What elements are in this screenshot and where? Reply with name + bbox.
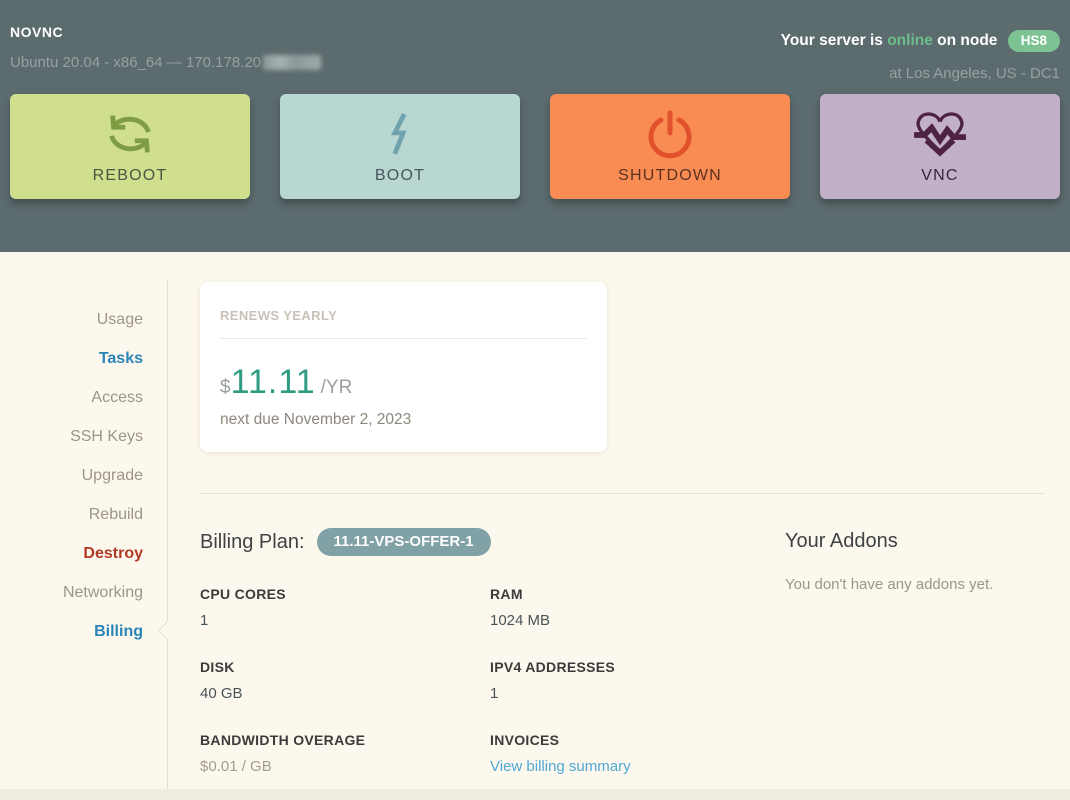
status-infix: on node (932, 32, 998, 50)
spec-bandwidth-overage: BANDWIDTH OVERAGE $0.01 / GB (200, 732, 490, 776)
card-divider (220, 338, 587, 339)
spec-value: $0.01 / GB (200, 758, 272, 775)
plan-spec-grid: CPU CORES 1 RAM 1024 MB DISK 40 GB IPV4 … (200, 586, 785, 776)
sidebar-item-networking[interactable]: Networking (0, 573, 168, 612)
shutdown-button[interactable]: SHUTDOWN (550, 94, 790, 199)
spec-invoices: INVOICES View billing summary (490, 732, 785, 776)
addons-section: Your Addons You don't have any addons ye… (785, 528, 1045, 776)
sidebar-item-usage[interactable]: Usage (0, 300, 168, 339)
power-icon (646, 108, 694, 160)
spec-label: BANDWIDTH OVERAGE (200, 732, 366, 748)
spec-label: DISK (200, 659, 235, 675)
price-amount: 11.11 (230, 363, 316, 401)
boot-label: BOOT (374, 167, 426, 184)
billing-plan-section: Billing Plan: 11.11-VPS-OFFER-1 CPU CORE… (200, 528, 785, 776)
ip-redacted-blur (263, 55, 322, 70)
bolt-icon (387, 108, 413, 160)
sidebar-nav: Usage Tasks Access SSH Keys Upgrade Rebu… (0, 252, 180, 800)
sidebar-item-ssh-keys[interactable]: SSH Keys (0, 417, 168, 456)
spec-value: 1 (490, 685, 499, 702)
renewal-card-title: RENEWS YEARLY (220, 308, 338, 323)
reboot-icon (101, 108, 159, 160)
status-online-text: online (887, 32, 933, 50)
price-currency: $ (220, 377, 231, 398)
power-actions-toolbar: REBOOT BOOT SHUTDOWN VNC (10, 94, 1060, 199)
addons-heading: Your Addons (785, 530, 898, 552)
billing-content: RENEWS YEARLY $ 11.11 /YR next due Novem… (168, 252, 1070, 785)
reboot-button[interactable]: REBOOT (10, 94, 250, 199)
billing-plan-heading: Billing Plan: (200, 530, 305, 553)
spec-disk: DISK 40 GB (200, 659, 490, 702)
os-ip-text: Ubuntu 20.04 - x86_64 — 170.178.20 (10, 54, 262, 71)
shutdown-label: SHUTDOWN (618, 167, 722, 184)
spec-value: 1 (200, 612, 209, 629)
sidebar-item-destroy[interactable]: Destroy (0, 534, 168, 573)
node-badge: HS8 (1007, 30, 1060, 52)
view-billing-summary-link[interactable]: View billing summary (490, 758, 631, 775)
vnc-label: VNC (921, 167, 959, 184)
spec-label: RAM (490, 586, 523, 602)
spec-cpu-cores: CPU CORES 1 (200, 586, 490, 629)
vnc-button[interactable]: VNC (820, 94, 1060, 199)
spec-label: INVOICES (490, 732, 560, 748)
server-location: at Los Angeles, US - DC1 (889, 65, 1060, 82)
spec-value: 40 GB (200, 685, 243, 702)
next-due-date: next due November 2, 2023 (220, 411, 412, 428)
price-row: $ 11.11 /YR (220, 363, 587, 402)
spec-label: IPV4 ADDRESSES (490, 659, 616, 675)
server-status-line: Your server is online on node HS8 (781, 30, 1060, 52)
heartbeat-icon (912, 108, 968, 160)
sidebar-item-access[interactable]: Access (0, 378, 168, 417)
server-status-block: Your server is online on node HS8 at Los… (781, 30, 1060, 82)
server-header: NOVNC Ubuntu 20.04 - x86_64 — 170.178.20… (0, 0, 1070, 252)
main-area: Usage Tasks Access SSH Keys Upgrade Rebu… (0, 252, 1070, 800)
status-prefix: Your server is (780, 32, 888, 50)
sidebar-item-rebuild[interactable]: Rebuild (0, 495, 168, 534)
renewal-card: RENEWS YEARLY $ 11.11 /YR next due Novem… (200, 282, 607, 452)
reboot-label: REBOOT (92, 167, 168, 184)
sidebar-item-tasks[interactable]: Tasks (0, 339, 168, 378)
billing-plan-badge: 11.11-VPS-OFFER-1 (316, 528, 491, 556)
spec-ipv4: IPV4 ADDRESSES 1 (490, 659, 785, 702)
addons-empty-text: You don't have any addons yet. (785, 576, 994, 593)
sidebar-item-upgrade[interactable]: Upgrade (0, 456, 168, 495)
bottom-edge (0, 789, 1070, 800)
sidebar-item-billing[interactable]: Billing (0, 612, 168, 651)
spec-value: 1024 MB (490, 612, 551, 629)
spec-ram: RAM 1024 MB (490, 586, 785, 629)
price-period: /YR (320, 377, 353, 398)
spec-label: CPU CORES (200, 586, 286, 602)
boot-button[interactable]: BOOT (280, 94, 520, 199)
section-divider (200, 493, 1045, 494)
